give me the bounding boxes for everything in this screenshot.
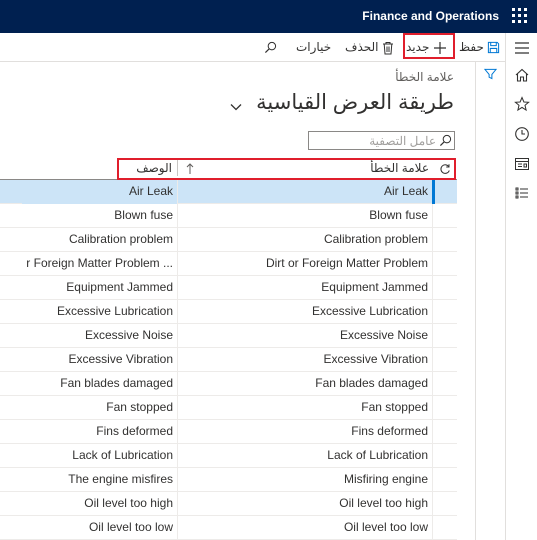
table-row[interactable]: The engine misfires Misfiring engine xyxy=(0,468,457,492)
cell-description[interactable]: Excessive Vibration xyxy=(22,348,177,372)
cell-description[interactable]: Oil level too low xyxy=(22,516,177,540)
row-selector[interactable] xyxy=(432,180,457,204)
delete-label: الحذف xyxy=(345,40,379,54)
recent-clock-icon[interactable] xyxy=(514,126,530,142)
workspaces-icon[interactable] xyxy=(514,156,530,172)
trash-icon xyxy=(382,41,393,55)
cell-error-code[interactable]: Oil level too high xyxy=(177,492,432,516)
row-selector[interactable] xyxy=(432,324,457,348)
grid-rows: Air Leak Air Leak Blown fuse Blown fuse … xyxy=(0,180,457,540)
row-selector[interactable] xyxy=(432,396,457,420)
table-row[interactable]: Lack of Lubrication Lack of Lubrication xyxy=(0,444,457,468)
filter-funnel-icon[interactable] xyxy=(483,68,498,83)
row-selector[interactable] xyxy=(432,228,457,252)
cell-description[interactable]: Excessive Noise xyxy=(22,324,177,348)
cell-error-code[interactable]: Calibration problem xyxy=(177,228,432,252)
row-selector[interactable] xyxy=(432,348,457,372)
save-label: حفظ xyxy=(459,40,484,54)
options-label: خيارات xyxy=(296,40,332,54)
table-row[interactable]: Blown fuse Blown fuse xyxy=(0,204,457,228)
table-row[interactable]: Oil level too high Oil level too high xyxy=(0,492,457,516)
cell-error-code[interactable]: Misfiring engine xyxy=(177,468,432,492)
quick-filter xyxy=(308,131,455,150)
cell-error-code[interactable]: Fins deformed xyxy=(177,420,432,444)
cell-error-code[interactable]: Air Leak xyxy=(177,180,432,204)
cell-error-code[interactable]: Blown fuse xyxy=(177,204,432,228)
row-selector[interactable] xyxy=(432,420,457,444)
row-selector[interactable] xyxy=(432,204,457,228)
cell-description[interactable]: Lack of Lubrication xyxy=(22,444,177,468)
app-launcher-icon[interactable] xyxy=(512,8,529,25)
search-icon xyxy=(439,134,452,150)
modules-list-icon[interactable] xyxy=(514,185,530,201)
cell-error-code[interactable]: Equipment Jammed xyxy=(177,276,432,300)
table-row[interactable]: Equipment Jammed Equipment Jammed xyxy=(0,276,457,300)
cell-error-code[interactable]: Lack of Lubrication xyxy=(177,444,432,468)
cell-error-code[interactable]: Dirt or Foreign Matter Problem xyxy=(177,252,432,276)
row-selector[interactable] xyxy=(432,492,457,516)
cell-description[interactable]: Calibration problem xyxy=(22,228,177,252)
cell-description[interactable]: Fins deformed xyxy=(22,420,177,444)
cell-description[interactable]: Equipment Jammed xyxy=(22,276,177,300)
table-row[interactable]: Excessive Lubrication Excessive Lubricat… xyxy=(0,300,457,324)
delete-button[interactable]: الحذف xyxy=(345,33,394,62)
app-title[interactable]: Finance and Operations xyxy=(362,0,499,33)
save-floppy-icon xyxy=(488,42,500,54)
table-row[interactable]: Excessive Noise Excessive Noise xyxy=(0,324,457,348)
cell-error-code[interactable]: Fan stopped xyxy=(177,396,432,420)
cell-description[interactable]: Oil level too high xyxy=(22,492,177,516)
options-button[interactable]: خيارات xyxy=(296,33,331,62)
favorites-star-icon[interactable] xyxy=(514,96,530,112)
table-row[interactable]: r Foreign Matter Problem ... Dirt or For… xyxy=(0,252,457,276)
navigation-pane xyxy=(505,33,537,540)
page-title[interactable]: طريقة العرض القياسية xyxy=(256,90,454,115)
chevron-down-icon[interactable] xyxy=(230,100,242,114)
table-row[interactable]: Fan stopped Fan stopped xyxy=(0,396,457,420)
cell-description[interactable]: Blown fuse xyxy=(22,204,177,228)
search-action-icon[interactable] xyxy=(264,33,277,62)
save-button[interactable]: حفظ xyxy=(459,33,500,62)
table-row[interactable]: Oil level too low Oil level too low xyxy=(0,516,457,540)
row-selector[interactable] xyxy=(432,444,457,468)
row-selector[interactable] xyxy=(432,300,457,324)
filter-pane xyxy=(475,62,505,540)
cell-error-code[interactable]: Excessive Lubrication xyxy=(177,300,432,324)
cell-description[interactable]: Fan stopped xyxy=(22,396,177,420)
table-row[interactable]: Air Leak Air Leak xyxy=(0,180,457,204)
cell-description[interactable]: Excessive Lubrication xyxy=(22,300,177,324)
new-button-highlight xyxy=(403,33,455,59)
quick-filter-input[interactable] xyxy=(309,132,439,149)
cell-description[interactable]: Air Leak xyxy=(22,180,177,204)
cell-description[interactable]: Fan blades damaged xyxy=(22,372,177,396)
action-pane: حفظ جديد الحذف خيارات xyxy=(0,33,505,62)
cell-error-code[interactable]: Oil level too low xyxy=(177,516,432,540)
row-selector[interactable] xyxy=(432,468,457,492)
cell-error-code[interactable]: Fan blades damaged xyxy=(177,372,432,396)
table-row[interactable]: Calibration problem Calibration problem xyxy=(0,228,457,252)
table-row[interactable]: Fins deformed Fins deformed xyxy=(0,420,457,444)
cell-error-code[interactable]: Excessive Vibration xyxy=(177,348,432,372)
header-highlight xyxy=(117,158,456,180)
hamburger-menu-icon[interactable] xyxy=(514,40,530,56)
home-icon[interactable] xyxy=(514,67,530,83)
table-row[interactable]: Fan blades damaged Fan blades damaged xyxy=(0,372,457,396)
table-row[interactable]: Excessive Vibration Excessive Vibration xyxy=(0,348,457,372)
cell-error-code[interactable]: Excessive Noise xyxy=(177,324,432,348)
cell-description[interactable]: The engine misfires xyxy=(22,468,177,492)
top-navigation-bar: Finance and Operations xyxy=(0,0,537,33)
row-selector[interactable] xyxy=(432,276,457,300)
row-selector[interactable] xyxy=(432,516,457,540)
row-selector[interactable] xyxy=(432,252,457,276)
page-caption: علامة الخطأ xyxy=(395,70,454,84)
cell-description[interactable]: r Foreign Matter Problem ... xyxy=(22,252,177,276)
row-selector[interactable] xyxy=(432,372,457,396)
